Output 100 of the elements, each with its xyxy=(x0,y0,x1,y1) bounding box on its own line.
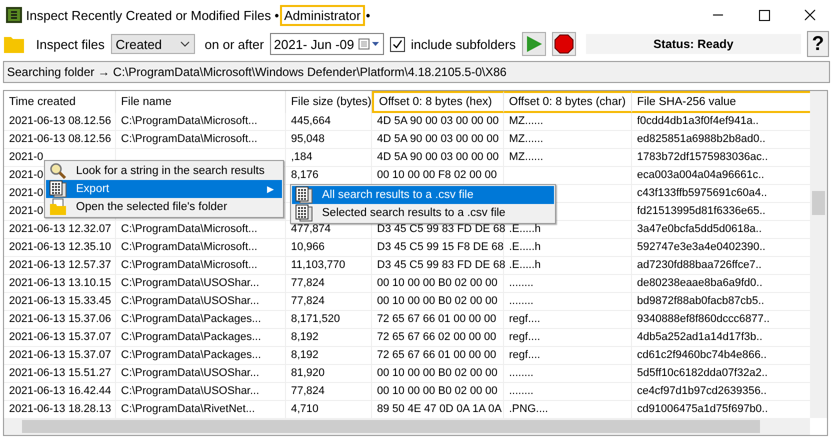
table-cell: 4,710 xyxy=(291,403,319,415)
table-cell: C:\ProgramData\Microsoft... xyxy=(121,115,258,127)
table-cell: 2021-06-13 15.33.45 xyxy=(9,295,112,307)
table-cell: 1783b72df1575983036ac.. xyxy=(637,151,768,163)
table-cell: .E.....h xyxy=(509,223,541,235)
table-cell: 2021-06-13 08.12.56 xyxy=(9,115,112,127)
calendar-icon[interactable] xyxy=(358,38,380,50)
magnifier-icon xyxy=(49,162,67,180)
table-cell: 77,824 xyxy=(291,385,325,397)
table-cell: 2021-06-13 08.12.56 xyxy=(9,133,112,145)
table-cell: 8,192 xyxy=(291,331,319,343)
table-cell: 89 50 4E 47 0D 0A 1A 0A xyxy=(377,403,502,415)
path-bar: Searching folder → C:\ProgramData\Microsoft\Windows Defender\Platform\4.18.2105.5-0\X86 xyxy=(3,61,830,83)
table-cell: 00 10 00 00 B0 02 00 00 xyxy=(377,277,498,289)
mode-dropdown[interactable]: Created xyxy=(110,34,195,54)
table-cell: 77,824 xyxy=(291,295,325,307)
table-cell: 00 10 00 00 F8 02 00 00 xyxy=(377,169,497,181)
table-cell: 11,103,770 xyxy=(291,259,346,271)
table-cell: f0cdd4db1a3f0f4ef941a.. xyxy=(637,115,759,127)
table-cell: ........ xyxy=(509,385,534,397)
submenu-arrow-icon: ▶ xyxy=(267,184,274,194)
table-cell: 2021-06-13 15.37.06 xyxy=(9,313,112,325)
table-cell: 2021-06-13 15.37.07 xyxy=(9,349,112,361)
table-cell: regf.... xyxy=(509,331,540,343)
table-cell: 00 10 00 00 B0 02 00 00 xyxy=(377,295,498,307)
horizontal-scrollbar[interactable] xyxy=(4,418,810,435)
column-header[interactable]: Time created xyxy=(4,91,116,113)
table-cell: 2021-06-13 13.10.15 xyxy=(9,277,112,289)
spreadsheet-icon xyxy=(295,204,313,222)
folder-icon xyxy=(49,198,67,216)
table-cell: 2021-0 xyxy=(9,169,44,181)
window-title: Inspect Recently Created or Modified Files • xyxy=(26,8,280,22)
table-cell: 8,176 xyxy=(291,169,319,181)
table-cell: MZ...... xyxy=(509,115,544,127)
table-cell: C:\ProgramData\Packages... xyxy=(121,331,262,343)
table-cell: 3a47e0bcfa5dd5d0618a.. xyxy=(637,223,762,235)
table-cell: .E.....h xyxy=(509,259,541,271)
subfolders-checkbox[interactable] xyxy=(390,36,405,52)
table-cell: 2021-06-13 16.42.44 xyxy=(9,385,112,397)
start-button[interactable] xyxy=(522,32,546,56)
table-cell: .E.....h xyxy=(509,241,541,253)
table-cell: C:\ProgramData\USOShar... xyxy=(121,367,260,379)
column-header[interactable]: Offset 0: 8 bytes (hex) xyxy=(372,91,504,113)
table-cell: cd91006475a1d75f697b0.. xyxy=(637,403,768,415)
table-cell: ........ xyxy=(509,277,534,289)
table-cell: D3 45 C5 99 15 F8 DE 68 xyxy=(377,241,504,253)
table-cell: 2021-06-13 12.35.10 xyxy=(9,241,112,253)
table-cell: 445,664 xyxy=(291,115,331,127)
table-cell: 72 65 67 66 01 00 00 00 xyxy=(377,349,496,361)
table-cell: 2021-0 xyxy=(9,187,44,199)
column-header[interactable]: File name xyxy=(116,91,286,113)
role-label: Administrator xyxy=(283,8,362,22)
vertical-scrollbar[interactable] xyxy=(810,91,827,418)
status-bar: Status: Ready xyxy=(586,34,801,54)
menu-item[interactable]: All search results to a .csv file xyxy=(292,186,554,204)
spreadsheet-icon xyxy=(49,180,67,198)
table-cell: C:\ProgramData\Microsoft... xyxy=(121,223,258,235)
table-cell: ........ xyxy=(509,295,534,307)
table-cell: C:\ProgramData\Microsoft... xyxy=(121,241,258,253)
table-cell: ad7230fd88baa726ffce7.. xyxy=(637,259,762,271)
table-cell: ce4cf97d1b97cd2639356.. xyxy=(637,385,767,397)
table-cell: c43f133ffb5975691c60a4.. xyxy=(637,187,768,199)
date-field[interactable]: 2021- Jun -09 xyxy=(270,33,384,55)
table-cell: 72 65 67 66 01 00 00 00 xyxy=(377,313,496,325)
table-cell: 95,048 xyxy=(291,133,325,145)
table-cell: de80238eaae8ba6a9fd0.. xyxy=(637,277,762,289)
stop-button[interactable] xyxy=(552,32,576,56)
table-cell: 2021-06-13 18.28.13 xyxy=(9,403,112,415)
app-icon xyxy=(6,7,22,23)
menu-item[interactable]: Selected search results to a .csv file xyxy=(292,204,554,222)
table-cell: 5d5ff10c6182dda07f32a2.. xyxy=(637,367,768,379)
table-cell: 81,920 xyxy=(291,367,325,379)
menu-item[interactable]: Open the selected file's folder xyxy=(46,198,282,216)
stop-icon xyxy=(554,34,574,54)
table-cell: ,184 xyxy=(291,151,312,163)
table-cell: regf.... xyxy=(509,349,540,361)
table-cell: C:\ProgramData\USOShar... xyxy=(121,295,260,307)
table-cell: C:\ProgramData\Microsoft... xyxy=(121,133,258,145)
table-cell: MZ...... xyxy=(509,151,544,163)
table-cell: 2021-06-13 12.57.37 xyxy=(9,259,112,271)
table-cell: C:\ProgramData\Packages... xyxy=(121,349,262,361)
menu-item[interactable]: Export ▶ xyxy=(46,180,282,198)
table-cell: 4D 5A 90 00 03 00 00 00 xyxy=(377,151,499,163)
help-button[interactable]: ? xyxy=(807,31,829,57)
inspect-files-label: Inspect files xyxy=(36,36,105,52)
table-cell: .PNG.... xyxy=(509,403,548,415)
table-cell: 8,171,520 xyxy=(291,313,340,325)
table-cell: ........ xyxy=(509,367,534,379)
date-label: on or after xyxy=(204,36,264,52)
table-cell: 592747e3e3a4e0402390.. xyxy=(637,241,766,253)
table-cell: C:\ProgramData\USOShar... xyxy=(121,277,260,289)
table-cell: 477,874 xyxy=(291,223,331,235)
table-cell: 4db5a252ad1a14d17f3b.. xyxy=(637,331,762,343)
menu-item[interactable]: Look for a string in the search results xyxy=(46,162,282,180)
checkbox-label: include subfolders xyxy=(410,36,516,52)
dropdown-caret-icon xyxy=(180,41,190,47)
column-header[interactable]: File size (bytes) xyxy=(286,91,372,113)
table-cell: 2021-06-13 15.37.07 xyxy=(9,331,112,343)
table-cell: 2021-0 xyxy=(9,151,44,163)
column-header[interactable]: Offset 0: 8 bytes (char) xyxy=(504,91,632,113)
